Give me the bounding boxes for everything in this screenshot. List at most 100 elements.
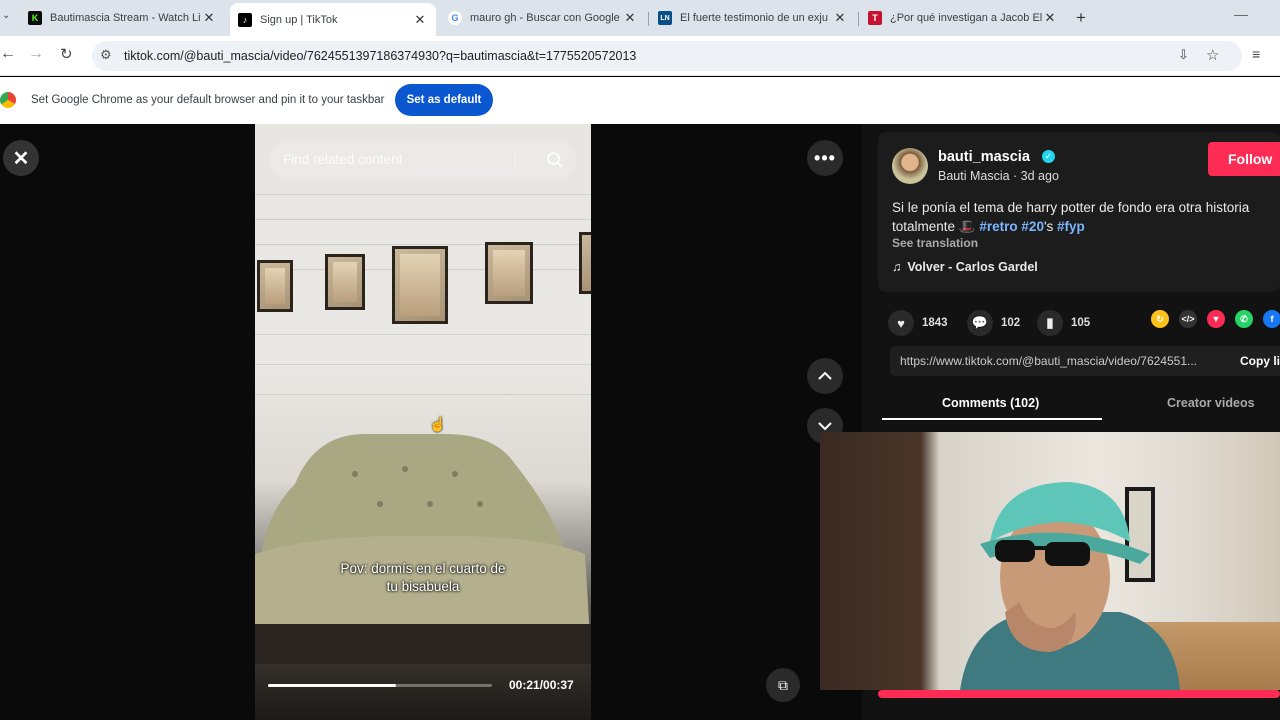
bookmark-icon[interactable]: ▮ xyxy=(1037,310,1063,336)
tab-google-search[interactable]: G mauro gh - Buscar con Google ✕ xyxy=(440,5,646,31)
heart-icon[interactable]: ♥ xyxy=(888,310,914,336)
follow-button[interactable]: Follow xyxy=(1208,142,1280,176)
tiktok-favicon-icon: ♪ xyxy=(238,12,252,27)
back-icon[interactable]: ← xyxy=(0,45,16,63)
install-app-icon[interactable]: ⇩ xyxy=(1178,47,1189,63)
news-favicon-icon: T xyxy=(868,11,882,25)
tab-tiktok[interactable]: ♪ Sign up | TikTok ✕ xyxy=(230,3,436,36)
default-browser-infobar: Set Google Chrome as your default browse… xyxy=(0,77,1280,124)
tab-title: El fuerte testimonio de un exju xyxy=(680,12,828,24)
video-player[interactable]: Find related content Pov: dormís en el c… xyxy=(255,124,591,720)
set-as-default-button[interactable]: Set as default xyxy=(395,84,493,116)
description-line: totalmente xyxy=(892,219,956,234)
follow-bar-accent xyxy=(878,690,1280,698)
find-related-search[interactable]: Find related content xyxy=(270,142,576,178)
whatsapp-icon[interactable]: ✆ xyxy=(1235,310,1253,328)
tab-title: mauro gh - Buscar con Google xyxy=(470,12,620,24)
chrome-logo-icon xyxy=(0,92,16,108)
picture-frame xyxy=(392,246,448,324)
hashtag-link[interactable]: #20 xyxy=(1021,219,1044,234)
tab-kick-stream[interactable]: K Bautimascia Stream - Watch Liv ✕ xyxy=(20,5,225,31)
copy-link-button[interactable]: Copy li xyxy=(1240,354,1280,368)
search-icon[interactable] xyxy=(546,151,564,169)
tab-close-icon[interactable]: ✕ xyxy=(1042,10,1058,26)
tab-separator xyxy=(858,12,859,26)
tab-close-icon[interactable]: ✕ xyxy=(201,10,217,26)
music-info[interactable]: ♫ Volver - Carlos Gardel xyxy=(892,260,1038,274)
verified-badge-icon: ✓ xyxy=(1042,150,1055,163)
armchair-image xyxy=(255,434,591,664)
more-icon: ••• xyxy=(814,147,836,168)
search-placeholder: Find related content xyxy=(283,152,403,167)
reload-icon[interactable]: ↻ xyxy=(60,45,73,63)
tab-title: ¿Por qué investigan a Jacob Elo xyxy=(890,12,1042,24)
streamer-image xyxy=(960,482,1180,690)
send-icon[interactable]: ▼ xyxy=(1207,310,1225,328)
tab-title: Bautimascia Stream - Watch Liv xyxy=(50,12,201,24)
close-icon: ✕ xyxy=(12,147,30,170)
video-progress-bar[interactable] xyxy=(268,684,492,687)
tab-close-icon[interactable]: ✕ xyxy=(412,12,428,28)
close-video-button[interactable]: ✕ xyxy=(3,140,39,176)
tab-la-nacion[interactable]: LN El fuerte testimonio de un exju ✕ xyxy=(650,5,856,31)
tab-comments[interactable]: Comments (102) xyxy=(942,396,1039,410)
comment-stat[interactable]: 💬 102 xyxy=(967,310,1020,336)
tab-strip: ⌄ K Bautimascia Stream - Watch Liv ✕ ♪ S… xyxy=(0,0,1280,36)
caption-line: tu bisabuela xyxy=(386,579,460,594)
see-translation-link[interactable]: See translation xyxy=(892,236,978,250)
username[interactable]: bauti_mascia xyxy=(938,149,1030,165)
like-stat[interactable]: ♥ 1843 xyxy=(888,310,948,336)
comment-icon[interactable]: 💬 xyxy=(967,310,993,336)
picture-frame xyxy=(325,254,365,310)
mouse-cursor-icon: ☝ xyxy=(429,416,447,432)
description-line: Si le ponía el tema de harry potter de f… xyxy=(892,200,1250,215)
chevron-up-icon xyxy=(818,371,832,380)
avatar[interactable] xyxy=(892,148,928,184)
browser-toolbar: ← → ↻ ⚙ tiktok.com/@bauti_mascia/video/7… xyxy=(0,36,1280,76)
google-favicon-icon: G xyxy=(448,11,462,25)
site-settings-icon[interactable]: ⚙ xyxy=(100,47,112,63)
forward-icon[interactable]: → xyxy=(28,45,44,63)
address-bar[interactable]: ⚙ tiktok.com/@bauti_mascia/video/7624551… xyxy=(92,41,1242,71)
new-tab-icon[interactable]: + xyxy=(1076,8,1086,28)
picture-frame xyxy=(257,260,293,312)
tab-title: Sign up | TikTok xyxy=(260,13,338,26)
media-control-icon[interactable]: ≡ xyxy=(1252,46,1260,62)
embed-code-icon[interactable]: </> xyxy=(1179,310,1197,328)
webcam-overlay xyxy=(820,432,1280,690)
picture-frame xyxy=(579,232,591,294)
more-options-button[interactable]: ••• xyxy=(807,140,843,176)
infobar-message: Set Google Chrome as your default browse… xyxy=(31,94,385,106)
tab-search-chevron-icon[interactable]: ⌄ xyxy=(2,10,10,21)
wizard-hat-emoji-icon: 🎩 xyxy=(958,219,976,234)
save-count: 105 xyxy=(1071,317,1091,329)
facebook-icon[interactable]: f xyxy=(1263,310,1280,328)
active-tab-indicator xyxy=(882,418,1102,420)
tab-creator-videos[interactable]: Creator videos xyxy=(1167,396,1255,410)
tab-separator xyxy=(648,12,649,26)
url-text[interactable]: tiktok.com/@bauti_mascia/video/762455139… xyxy=(124,49,636,63)
previous-video-button[interactable] xyxy=(807,358,843,394)
music-title: Volver - Carlos Gardel xyxy=(907,260,1038,274)
pip-button[interactable]: ⧉ xyxy=(766,668,800,702)
like-count: 1843 xyxy=(922,317,948,329)
tab-close-icon[interactable]: ✕ xyxy=(832,10,848,26)
hashtag-link[interactable]: #fyp xyxy=(1057,219,1085,234)
post-description: Si le ponía el tema de harry potter de f… xyxy=(892,198,1280,236)
news-favicon-icon: LN xyxy=(658,11,672,25)
bookmark-star-icon[interactable]: ☆ xyxy=(1206,46,1219,64)
save-stat[interactable]: ▮ 105 xyxy=(1037,310,1090,336)
tab-jacob[interactable]: T ¿Por qué investigan a Jacob Elo ✕ xyxy=(860,5,1066,31)
share-link-text: https://www.tiktok.com/@bauti_mascia/vid… xyxy=(900,354,1197,368)
repost-icon[interactable]: ↻ xyxy=(1151,310,1169,328)
comment-count: 102 xyxy=(1001,317,1021,329)
minimize-icon[interactable]: — xyxy=(1234,6,1248,22)
kick-favicon-icon: K xyxy=(28,11,42,25)
hashtag-link[interactable]: #retro xyxy=(979,219,1017,234)
video-time: 00:21/00:37 xyxy=(509,678,574,692)
share-link-box[interactable]: https://www.tiktok.com/@bauti_mascia/vid… xyxy=(890,346,1280,376)
description-text: 's xyxy=(1043,219,1054,234)
music-note-icon: ♫ xyxy=(892,260,902,274)
picture-in-picture-icon: ⧉ xyxy=(778,676,788,693)
tab-close-icon[interactable]: ✕ xyxy=(622,10,638,26)
